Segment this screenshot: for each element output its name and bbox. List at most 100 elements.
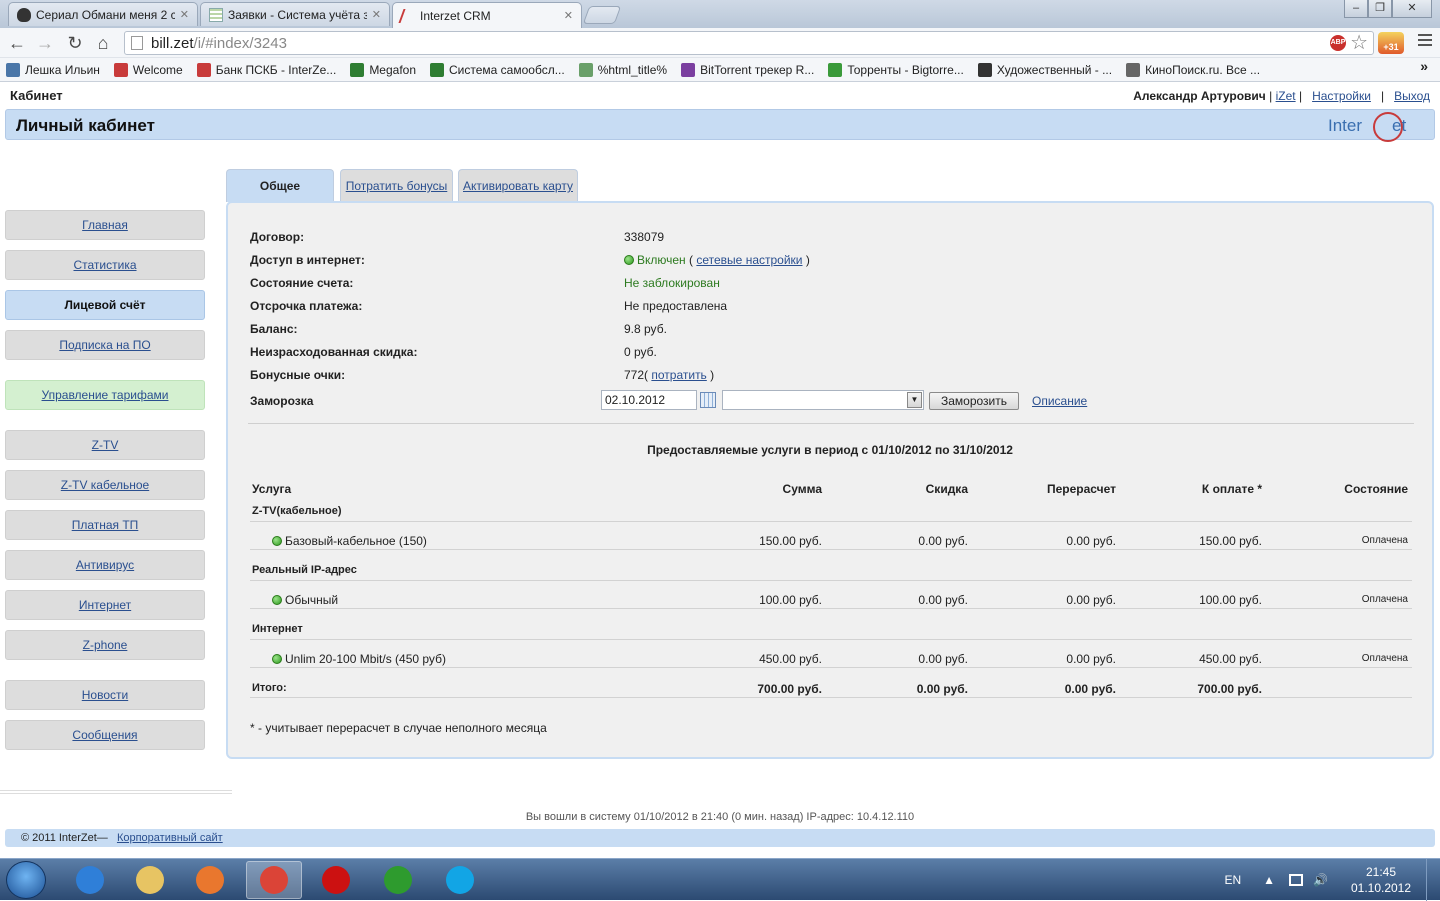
chevron-up-icon[interactable]: ▲	[1263, 873, 1275, 887]
bookmark-item[interactable]: Художественный - ...	[977, 62, 1112, 77]
taskbar-media-button[interactable]	[182, 861, 238, 899]
row-divider	[250, 608, 1412, 609]
calendar-icon[interactable]	[700, 392, 716, 408]
weather-icon[interactable]: +31	[1378, 32, 1404, 54]
chrome-icon	[260, 866, 288, 894]
sidebar-item[interactable]: Лицевой счёт	[5, 290, 205, 320]
sidebar-item[interactable]: Главная	[5, 210, 205, 240]
close-window-icon[interactable]: ✕	[1392, 0, 1432, 18]
star-icon[interactable]: ☆	[1350, 30, 1368, 55]
freeze-button[interactable]: Заморозить	[929, 392, 1019, 410]
status-dot-icon	[624, 255, 634, 265]
logout-link[interactable]: Выход	[1394, 89, 1430, 103]
tab-spend-bonuses[interactable]: Потратить бонусы	[340, 169, 453, 201]
browser-tab-zayavki[interactable]: Заявки - Система учёта за ✕	[200, 2, 390, 26]
period-title: Предоставляемые услуги в период с 01/10/…	[647, 443, 1013, 457]
corporate-site-link[interactable]: Корпоративный сайт	[117, 832, 223, 844]
bookmarks-more-icon[interactable]: »	[1420, 58, 1428, 74]
bookmark-item[interactable]: Megafon	[350, 62, 416, 77]
show-desktop-button[interactable]	[1426, 859, 1440, 901]
browser-tab-bar: Сериал Обмани меня 2 се ✕ Заявки - Систе…	[0, 0, 1440, 28]
sidebar-item[interactable]: Новости	[5, 680, 205, 710]
maximize-icon[interactable]: ❐	[1368, 0, 1392, 18]
interzet-icon	[398, 8, 418, 23]
taskbar-opera-button[interactable]	[308, 861, 364, 899]
chevron-down-icon[interactable]: ▼	[907, 392, 922, 408]
sidebar-item[interactable]: Сообщения	[5, 720, 205, 750]
utorrent-icon	[384, 866, 412, 894]
sidebar-item[interactable]: Интернет	[5, 590, 205, 620]
language-indicator[interactable]: EN	[1224, 873, 1241, 887]
freeze-select[interactable]	[722, 390, 924, 410]
status-dot-icon	[272, 595, 282, 605]
volume-icon[interactable]: 🔊	[1313, 873, 1328, 887]
bookmark-icon	[430, 62, 445, 77]
opera-icon	[322, 866, 350, 894]
sidebar-item[interactable]: Антивирус	[5, 550, 205, 580]
divider	[248, 423, 1414, 424]
tab-general[interactable]: Общее	[226, 169, 334, 202]
bookmark-item[interactable]: %html_title%	[578, 62, 667, 77]
address-bar[interactable]: bill.zet/i/#index/3243	[124, 31, 1374, 55]
sidebar-item[interactable]: Управление тарифами	[5, 380, 205, 410]
menu-icon[interactable]	[1418, 34, 1432, 46]
izet-link[interactable]: iZet	[1276, 89, 1296, 103]
forward-icon[interactable]: →	[34, 32, 56, 54]
start-button[interactable]	[6, 861, 46, 899]
bookmark-item[interactable]: КиноПоиск.ru. Все ...	[1126, 62, 1260, 77]
cat-icon	[17, 7, 31, 22]
group-title: Z-TV(кабельное)	[252, 505, 342, 517]
clock[interactable]: 21:45 01.10.2012	[1346, 864, 1416, 896]
adblock-icon[interactable]: ABP	[1330, 35, 1346, 51]
sidebar-item[interactable]: Подписка на ПО	[5, 330, 205, 360]
browser-tab-serial[interactable]: Сериал Обмани меня 2 се ✕	[8, 2, 198, 26]
bookmark-item[interactable]: BitTorrent трекер R...	[681, 62, 814, 77]
account-panel: Договор: 338079 Доступ в интернет: Включе…	[226, 201, 1434, 759]
settings-link[interactable]: Настройки	[1312, 89, 1371, 103]
bookmark-icon	[578, 62, 593, 77]
system-tray: EN ▲ 🔊 21:45 01.10.2012	[1224, 859, 1440, 901]
bookmark-item[interactable]: Торренты - Bigtorre...	[828, 62, 964, 77]
browser-tab-interzet[interactable]: Interzet CRM ✕	[392, 2, 582, 28]
reload-icon[interactable]: ↻	[64, 32, 86, 54]
back-icon[interactable]: ←	[6, 32, 28, 54]
bookmark-icon	[113, 62, 128, 77]
taskbar-explorer-button[interactable]	[122, 861, 178, 899]
sidebar-item[interactable]: Статистика	[5, 250, 205, 280]
freeze-date-input[interactable]: 02.10.2012	[601, 390, 697, 410]
service-status: Оплачена	[1361, 653, 1408, 664]
taskbar-skype-button[interactable]	[432, 861, 488, 899]
footer-copyright: © 2011 InterZet— Корпоративный сайт	[5, 829, 1435, 847]
service-name: Базовый-кабельное (150)	[272, 534, 572, 548]
home-icon[interactable]: ⌂	[92, 32, 114, 54]
sidebar-item[interactable]: Z-phone	[5, 630, 205, 660]
new-tab-button[interactable]	[582, 6, 622, 24]
page: Кабинет Александр Артурович | iZet | Нас…	[0, 83, 1440, 858]
minimize-icon[interactable]: –	[1344, 0, 1368, 18]
taskbar-chrome-button[interactable]	[246, 861, 302, 899]
bookmark-item[interactable]: Банк ПСКБ - InterZe...	[196, 62, 336, 77]
tab-activate-card[interactable]: Активировать карту	[458, 169, 578, 201]
bookmark-icon	[977, 62, 992, 77]
bookmark-icon	[1126, 62, 1141, 77]
close-tab-icon[interactable]: ✕	[180, 8, 189, 21]
bookmark-item[interactable]: Welcome	[113, 62, 183, 77]
description-link[interactable]: Описание	[1032, 394, 1087, 408]
account-state-row: Состояние счета: Не заблокирован	[250, 276, 720, 290]
bookmark-item[interactable]: Лешка Ильин	[6, 62, 100, 77]
cabinet-label: Кабинет	[10, 88, 63, 103]
bookmark-item[interactable]: Система самообсл...	[430, 62, 565, 77]
network-icon[interactable]	[1289, 874, 1304, 886]
network-settings-link[interactable]: сетевые настройки	[696, 253, 802, 267]
sidebar-item[interactable]: Z-TV	[5, 430, 205, 460]
close-tab-icon[interactable]: ✕	[372, 8, 381, 21]
sidebar-item[interactable]: Z-TV кабельное	[5, 470, 205, 500]
sidebar-item[interactable]: Платная ТП	[5, 510, 205, 540]
media-icon	[196, 866, 224, 894]
explorer-icon	[136, 866, 164, 894]
user-links: Александр Артурович | iZet | Настройки |…	[1133, 89, 1430, 103]
spend-bonus-link[interactable]: потратить	[651, 368, 706, 382]
taskbar-utorrent-button[interactable]	[370, 861, 426, 899]
close-tab-icon[interactable]: ✕	[564, 9, 573, 22]
taskbar-ie-button[interactable]	[62, 861, 118, 899]
